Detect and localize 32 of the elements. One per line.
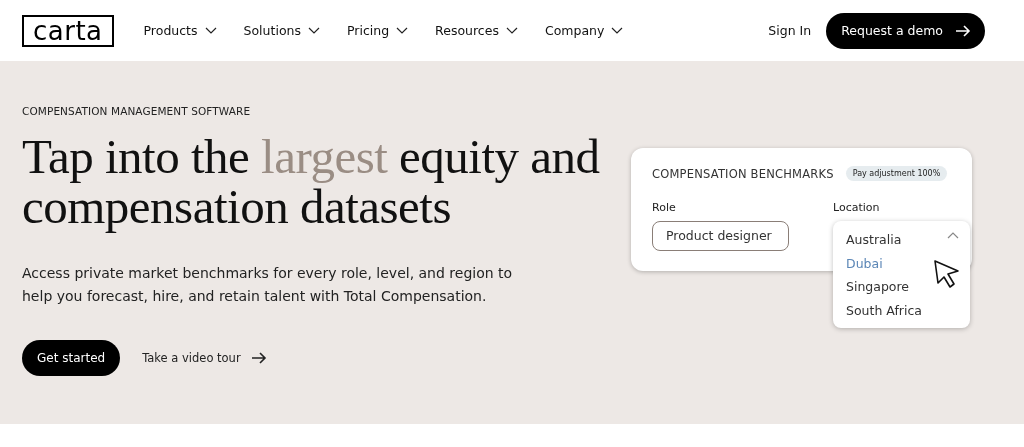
role-field[interactable]: Product designer (652, 221, 789, 251)
chevron-down-icon (204, 27, 217, 34)
video-tour-link[interactable]: Take a video tour (142, 351, 267, 365)
hero-heading: Tap into the largest equity and compensation datasets (22, 132, 601, 232)
nav-item[interactable]: Products (143, 23, 217, 38)
nav-item[interactable]: Pricing (346, 23, 409, 38)
location-label: Location (833, 201, 881, 214)
nav-item[interactable]: Resources (435, 23, 518, 38)
location-option[interactable]: Singapore (846, 275, 957, 299)
cursor-icon (933, 259, 961, 289)
chevron-down-icon (396, 27, 409, 34)
nav-item[interactable]: Solutions (243, 23, 320, 38)
get-started-button[interactable]: Get started (22, 340, 121, 376)
chevron-down-icon (611, 27, 624, 34)
location-dropdown[interactable]: Australia Dubai Singapore South Africa (833, 221, 970, 328)
eyebrow-text: COMPENSATION MANAGEMENT SOFTWARE (22, 105, 252, 117)
nav-item[interactable]: Company (544, 23, 624, 38)
chevron-down-icon (307, 27, 320, 34)
location-option[interactable]: Australia (846, 228, 957, 252)
card-title: COMPENSATION BENCHMARKS (652, 166, 834, 181)
sign-in-link[interactable]: Sign In (768, 23, 812, 38)
arrow-right-icon (250, 352, 267, 364)
location-option[interactable]: South Africa (846, 298, 957, 322)
hero-description: Access private market benchmarks for every role, level, and region to help you forecast, hire, and retain talent with Total Compensation. (22, 264, 514, 306)
arrow-right-icon (955, 24, 971, 37)
request-demo-button[interactable]: Request a demo (826, 12, 985, 49)
role-label: Role (652, 201, 677, 214)
chevron-up-icon (947, 232, 959, 239)
pay-adjustment-badge: Pay adjustment 100% (845, 166, 948, 181)
carta-logo[interactable]: carta (22, 14, 114, 47)
location-option[interactable]: Dubai (846, 251, 957, 275)
chevron-down-icon (505, 27, 518, 34)
